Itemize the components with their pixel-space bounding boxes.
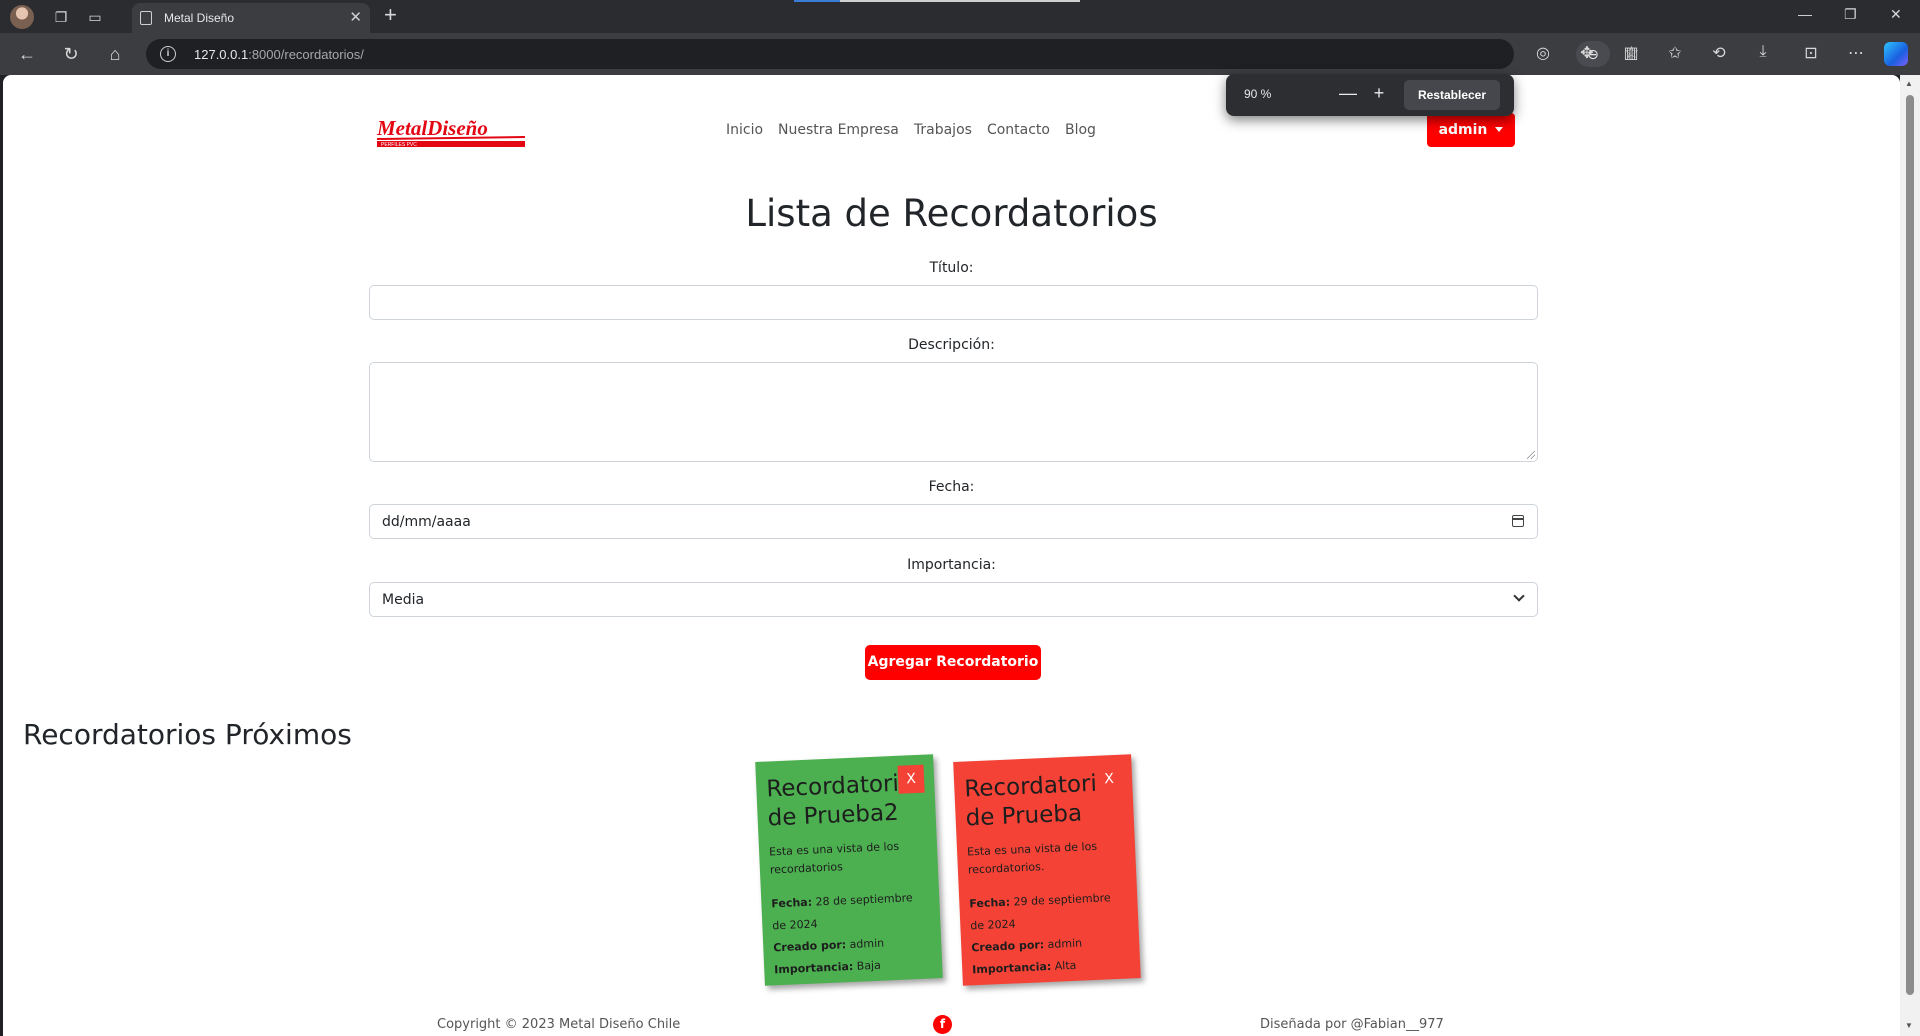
reminder-date: Fecha: 28 de septiembre de 2024 <box>771 891 913 933</box>
svg-text:MetalDiseño: MetalDiseño <box>376 116 488 140</box>
tracking-icon[interactable]: ◎ <box>1532 43 1554 63</box>
zoom-reset-button[interactable]: Restablecer <box>1404 80 1500 110</box>
chevron-down-icon <box>1513 590 1525 602</box>
metal-diseno-logo[interactable]: MetalDiseño PERFILES PVC <box>375 115 527 151</box>
workspaces-icon[interactable]: ❐ <box>50 6 72 28</box>
reminder-meta: Fecha: 29 de septiembre de 2024 Creado p… <box>969 887 1131 982</box>
add-reminder-button[interactable]: Agregar Recordatorio <box>865 645 1041 680</box>
page-title: Lista de Recordatorios <box>745 192 1158 235</box>
nav-link-contacto[interactable]: Contacto <box>987 122 1050 138</box>
importance-label: Importancia: <box>907 557 996 573</box>
upcoming-heading: Recordatorios Próximos <box>23 718 352 751</box>
user-dropdown-button[interactable]: admin <box>1427 113 1515 147</box>
home-icon[interactable]: ⌂ <box>102 41 128 67</box>
site-info-icon[interactable]: i <box>160 46 176 62</box>
tab-metal-diseno[interactable]: Metal Diseño ✕ <box>132 3 370 33</box>
zoom-popup: 90 % — + Restablecer <box>1226 74 1514 116</box>
main-nav: Inicio Nuestra Empresa Trabajos Contacto… <box>726 122 1111 138</box>
reminder-card: X Recordatorio de Prueba2 Esta es una vi… <box>755 754 943 986</box>
scroll-up-icon[interactable]: ▲ <box>1905 79 1913 88</box>
svg-text:PERFILES PVC: PERFILES PVC <box>381 142 417 148</box>
address-bar[interactable]: i 127.0.0.1:8000/recordatorios/ ⊖ ☆ <box>146 39 1639 69</box>
browser-tab-bar: ❐ ▭ Metal Diseño ✕ + — ❐ ✕ <box>0 0 1920 33</box>
importance-select[interactable]: Media <box>369 582 1538 617</box>
browser-toolbar: ← ↻ ⌂ i 127.0.0.1:8000/recordatorios/ ⊖ … <box>0 33 1920 75</box>
reminder-card: X Recordatorio de Prueba Esta es una vis… <box>953 754 1141 986</box>
nav-link-inicio[interactable]: Inicio <box>726 122 763 138</box>
more-menu-icon[interactable]: ⋯ <box>1845 43 1867 63</box>
page-icon <box>140 11 152 25</box>
downloads-icon[interactable]: ⤓ <box>1752 43 1774 61</box>
close-window-icon[interactable]: ✕ <box>1890 6 1902 23</box>
description-textarea[interactable] <box>369 362 1538 462</box>
copyright-text: Copyright © 2023 Metal Diseño Chile <box>437 1017 681 1032</box>
profile-avatar[interactable] <box>10 5 34 29</box>
back-icon[interactable]: ← <box>14 41 40 67</box>
zoom-in-icon[interactable]: + <box>1368 83 1390 104</box>
title-input[interactable] <box>369 285 1538 320</box>
date-input[interactable]: dd/mm/aaaa <box>369 504 1538 539</box>
calendar-icon[interactable] <box>1512 515 1524 527</box>
description-label: Descripción: <box>908 337 995 353</box>
restore-icon[interactable]: ❐ <box>1844 6 1857 23</box>
date-label: Fecha: <box>928 479 975 495</box>
scroll-down-icon[interactable]: ▼ <box>1905 1021 1913 1030</box>
loading-strip <box>794 0 1080 2</box>
reminder-date: Fecha: 29 de septiembre de 2024 <box>969 891 1111 933</box>
reload-icon[interactable]: ↻ <box>58 41 84 67</box>
scrollbar-thumb[interactable] <box>1906 95 1914 995</box>
extensions-icon[interactable]: ✥ <box>1576 43 1598 63</box>
title-label: Título: <box>929 260 974 276</box>
reminder-meta: Fecha: 28 de septiembre de 2024 Creado p… <box>771 887 933 982</box>
reminder-description: Esta es una vista de los recordatorios <box>768 839 900 877</box>
url-text: 127.0.0.1:8000/recordatorios/ <box>194 47 364 62</box>
close-tab-icon[interactable]: ✕ <box>349 8 362 26</box>
nav-link-nuestra-empresa[interactable]: Nuestra Empresa <box>778 122 899 138</box>
split-screen-icon[interactable]: ▥ <box>1620 43 1642 63</box>
zoom-percent: 90 % <box>1244 87 1272 101</box>
delete-reminder-button[interactable]: X <box>897 764 925 794</box>
tab-title: Metal Diseño <box>164 11 235 25</box>
designer-credit: Diseñada por @Fabian__977 <box>1260 1017 1444 1032</box>
screenshot-icon[interactable]: ⊡ <box>1800 43 1822 63</box>
page-scrollbar[interactable]: ▲ ▼ <box>1900 75 1920 1036</box>
reminder-description: Esta es una vista de los recordatorios. <box>966 839 1098 877</box>
nav-link-trabajos[interactable]: Trabajos <box>914 122 972 138</box>
minimize-icon[interactable]: — <box>1798 6 1812 22</box>
favorites-icon[interactable]: ✩ <box>1664 43 1686 63</box>
new-tab-icon[interactable]: + <box>384 2 397 28</box>
nav-link-blog[interactable]: Blog <box>1065 122 1096 138</box>
zoom-out-icon[interactable]: — <box>1337 83 1359 104</box>
resize-handle-icon[interactable] <box>1527 451 1535 459</box>
tab-actions-icon[interactable]: ▭ <box>84 6 106 28</box>
page-footer: Copyright © 2023 Metal Diseño Chile f Di… <box>3 1015 1900 1036</box>
caret-down-icon <box>1495 127 1504 132</box>
page-viewport: MetalDiseño PERFILES PVC Inicio Nuestra … <box>3 75 1900 1036</box>
facebook-icon[interactable]: f <box>933 1015 952 1034</box>
copilot-icon[interactable] <box>1884 42 1908 66</box>
delete-reminder-button[interactable]: X <box>1095 764 1123 794</box>
history-icon[interactable]: ⟲ <box>1708 43 1730 63</box>
